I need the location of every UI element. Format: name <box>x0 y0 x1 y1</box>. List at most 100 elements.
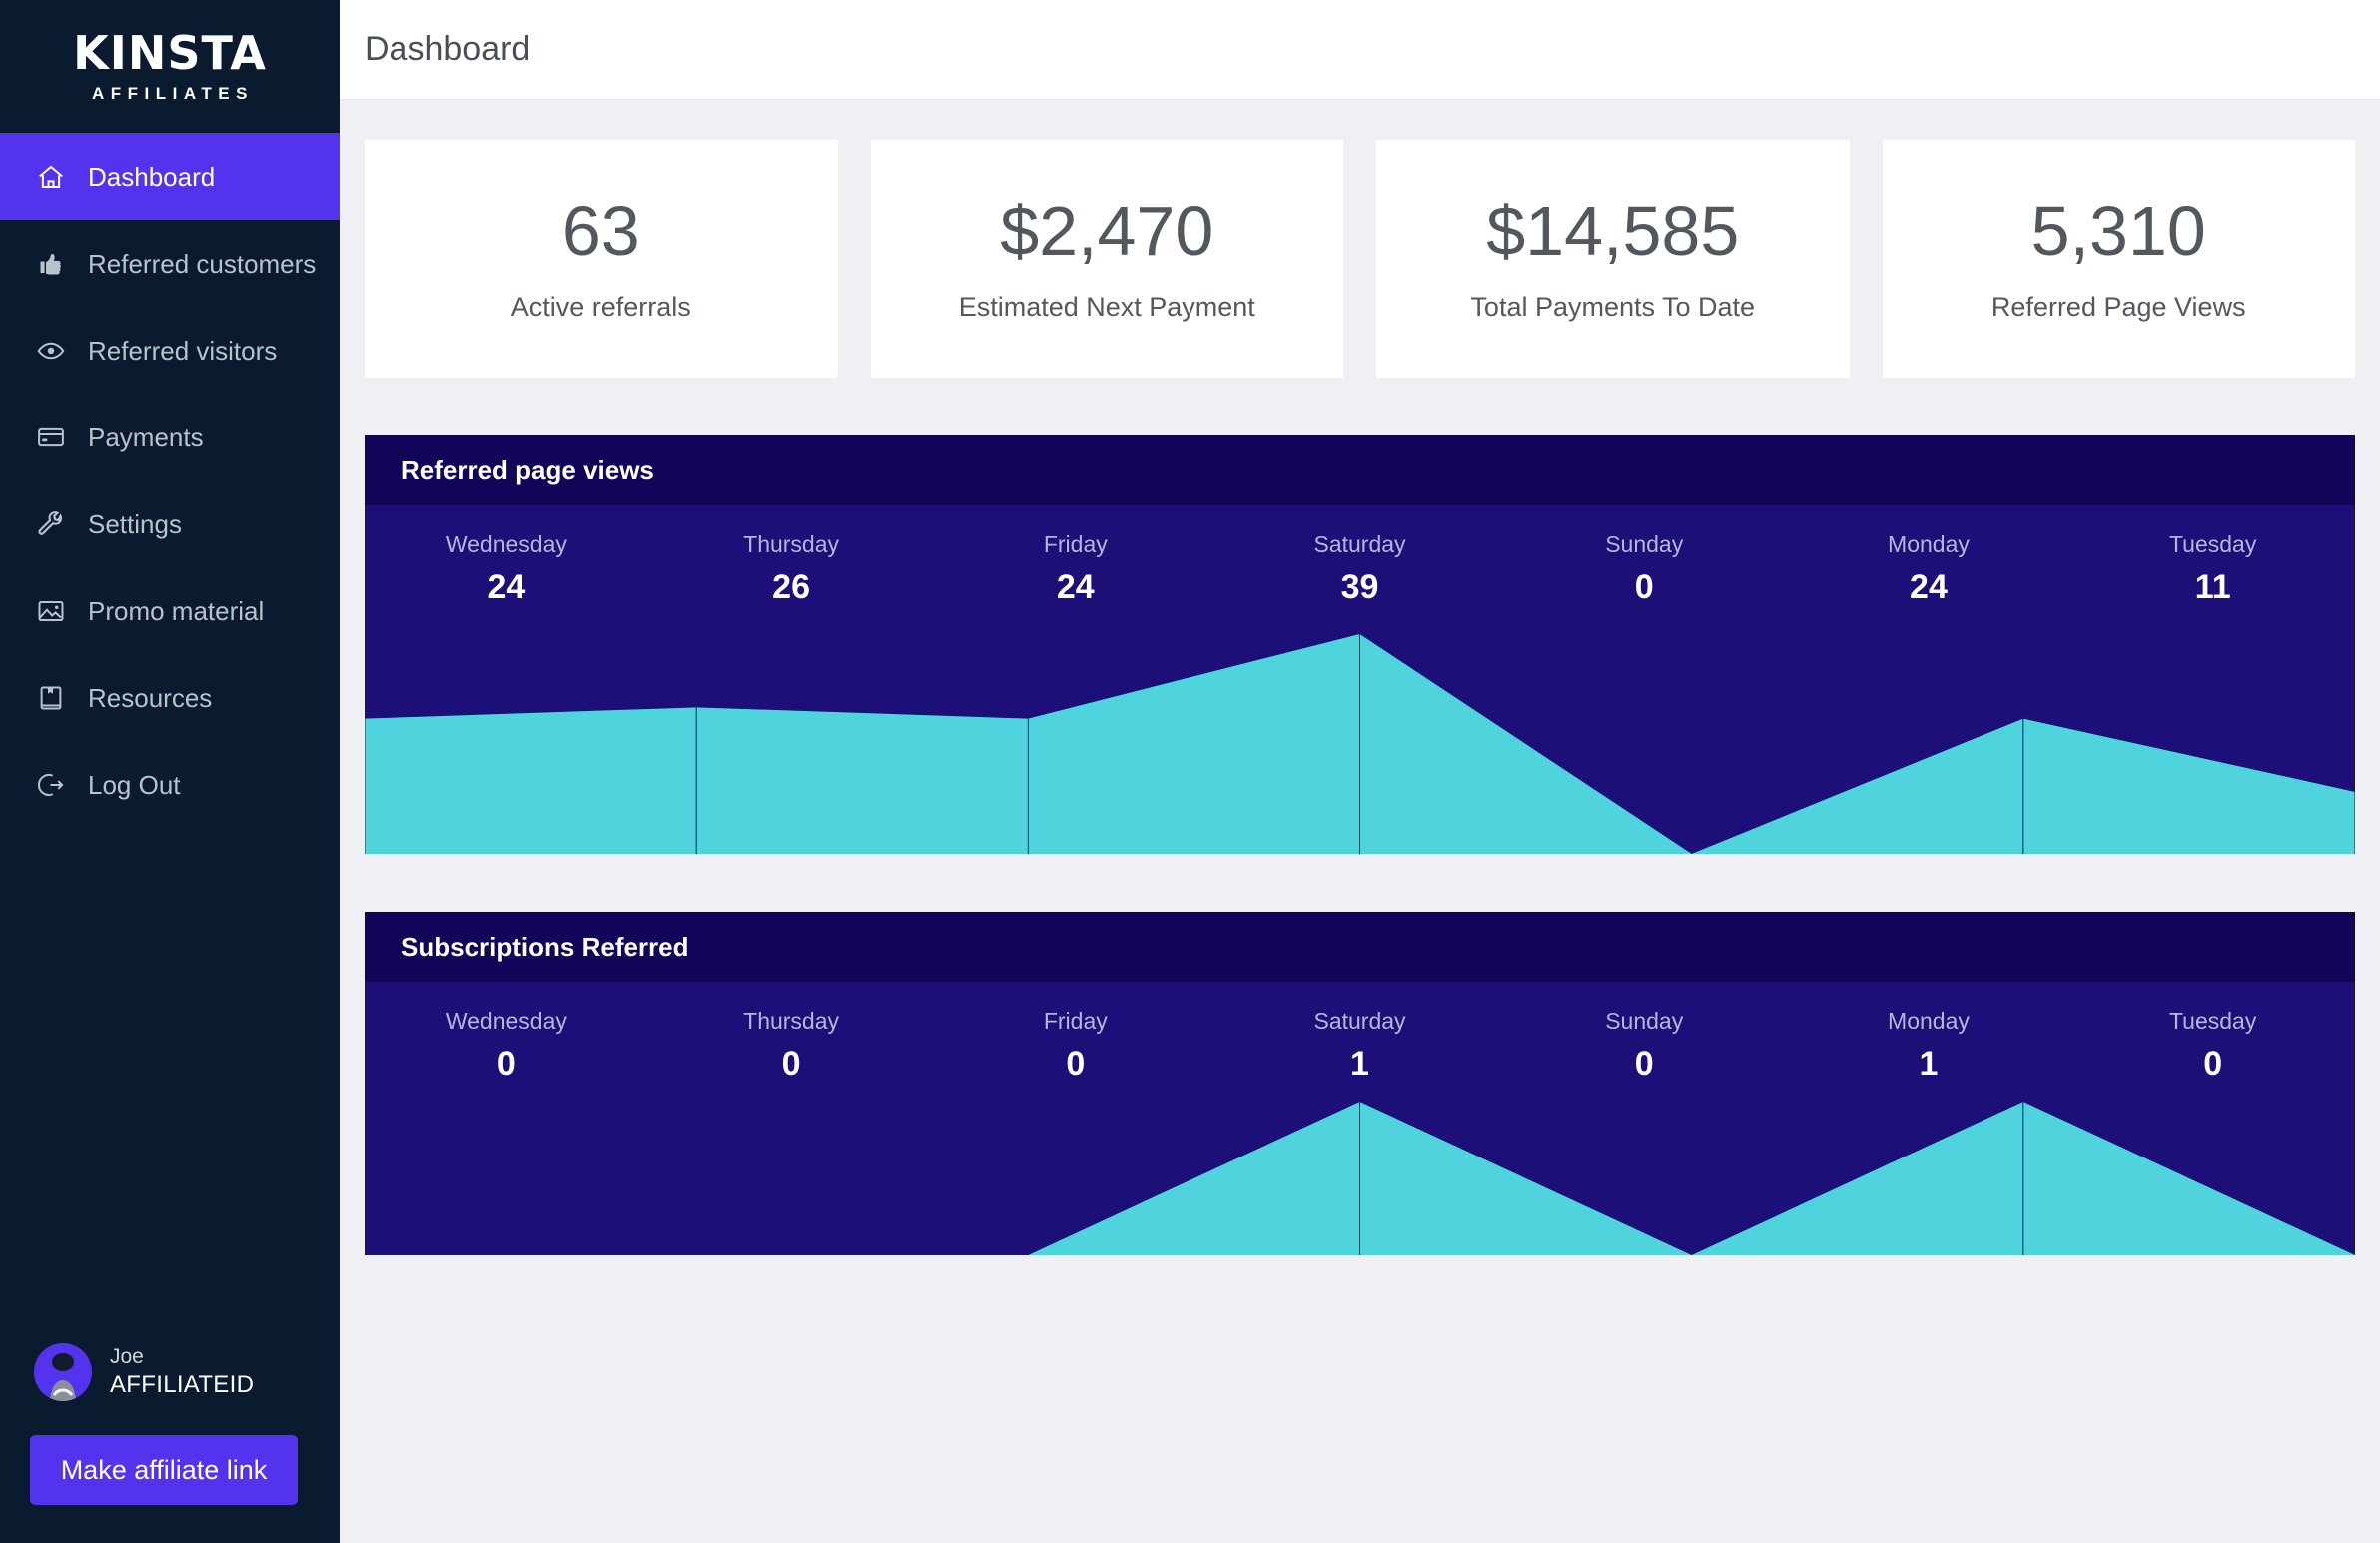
credit-card-icon <box>34 420 68 454</box>
chart-day-column: Monday 1 <box>1787 1008 2071 1083</box>
main-content: Dashboard 63 Active referrals $2,470 Est… <box>340 0 2380 1543</box>
sidebar-item-referred-visitors[interactable]: Referred visitors <box>0 307 340 393</box>
top-bar: Dashboard <box>340 0 2380 100</box>
chart-day-name: Saturday <box>1313 531 1406 557</box>
chart-day-column: Friday 24 <box>933 531 1217 606</box>
stat-label: Total Payments To Date <box>1470 291 1756 322</box>
sidebar-item-label: Log Out <box>88 769 181 800</box>
profile-name: Joe <box>110 1344 144 1368</box>
chart-day-name: Tuesday <box>2168 531 2257 557</box>
chart-day-labels: Wednesday 24 Thursday 26 Friday 24 Saturday 39 S… <box>365 505 2355 606</box>
page-title: Dashboard <box>365 30 531 68</box>
brand-tagline: AFFILIATES <box>92 83 254 103</box>
chart-day-value: 24 <box>1056 568 1095 606</box>
chart-day-value: 1 <box>1919 1045 1939 1083</box>
sidebar-item-promo-material[interactable]: Promo material <box>0 567 340 654</box>
sidebar-item-label: Referred visitors <box>88 335 278 366</box>
area-chart-svg <box>365 1102 2355 1255</box>
stat-card-total-payments-to-date[interactable]: $14,585 Total Payments To Date <box>1376 140 1850 378</box>
chart-day-value: 0 <box>781 1045 801 1083</box>
sidebar-item-payments[interactable]: Payments <box>0 393 340 480</box>
sidebar-item-label: Payments <box>88 421 204 452</box>
area-chart-svg <box>365 634 2355 854</box>
chart-day-value: 11 <box>2194 568 2231 606</box>
profile-affiliate-id: AFFILIATEID <box>110 1371 255 1399</box>
chart-panel-body: Wednesday 24 Thursday 26 Friday 24 Saturday 39 S… <box>365 505 2355 854</box>
chart-panel-header: Subscriptions Referred <box>365 912 2355 982</box>
chart-day-value: 24 <box>487 568 526 606</box>
sidebar-item-label: Resources <box>88 682 213 713</box>
chart-day-column: Saturday 39 <box>1217 531 1502 606</box>
area-chart[interactable] <box>365 604 2355 854</box>
stat-cards: 63 Active referrals $2,470 Estimated Nex… <box>365 140 2355 378</box>
user-profile[interactable]: Joe AFFILIATEID <box>0 1343 254 1401</box>
chart-day-name: Thursday <box>743 531 840 557</box>
chart-day-value: 0 <box>1066 1045 1086 1083</box>
content-area: 63 Active referrals $2,470 Estimated Nex… <box>340 100 2380 1255</box>
chart-day-name: Monday <box>1888 531 1970 557</box>
sidebar-item-resources[interactable]: Resources <box>0 654 340 741</box>
image-icon <box>34 594 68 628</box>
chart-day-column: Thursday 26 <box>649 531 934 606</box>
chart-day-column: Wednesday 24 <box>365 533 649 606</box>
chart-day-name: Sunday <box>1605 531 1684 557</box>
chart-day-name: Saturday <box>1313 1008 1406 1034</box>
avatar <box>34 1343 92 1401</box>
stat-label: Referred Page Views <box>1990 291 2246 322</box>
wrench-icon <box>34 507 68 541</box>
chart-day-column: Friday 0 <box>933 1008 1217 1083</box>
chart-day-name: Friday <box>1043 531 1108 557</box>
app-root: KINSTA AFFILIATES Dashboard Referred cus… <box>0 0 2380 1543</box>
chart-panel-referred-page-views: Referred page views Wednesday 24 Thursday 2… <box>365 435 2355 854</box>
stat-label: Active referrals <box>510 291 691 322</box>
chart-day-name: Friday <box>1043 1008 1108 1034</box>
chart-day-column: Tuesday 11 <box>2070 531 2355 606</box>
stat-label: Estimated Next Payment <box>958 291 1255 322</box>
thumbs-up-icon <box>34 247 68 281</box>
sidebar: KINSTA AFFILIATES Dashboard Referred cus… <box>0 0 340 1543</box>
chart-day-name: Tuesday <box>2168 1008 2257 1034</box>
sidebar-nav: Dashboard Referred customers Referred vi… <box>0 133 340 828</box>
chart-day-column: Sunday 0 <box>1502 1008 1787 1083</box>
chart-day-column: Wednesday 0 <box>365 1010 649 1083</box>
chart-day-value: 0 <box>496 1045 516 1083</box>
area-chart[interactable] <box>365 1081 2355 1255</box>
make-affiliate-link-button[interactable]: Make affiliate link <box>30 1435 298 1505</box>
chart-day-labels: Wednesday 0 Thursday 0 Friday 0 Saturday 1 Sunda… <box>365 982 2355 1083</box>
chart-day-column: Monday 24 <box>1787 531 2071 606</box>
stat-card-estimated-next-payment[interactable]: $2,470 Estimated Next Payment <box>870 140 1343 378</box>
chart-title: Subscriptions Referred <box>401 931 689 962</box>
chart-day-column: Saturday 1 <box>1217 1008 1502 1083</box>
chart-day-name: Monday <box>1888 1008 1970 1034</box>
chart-day-value: 0 <box>1634 1045 1654 1083</box>
make-affiliate-link-wrap: Make affiliate link <box>30 1435 298 1505</box>
stat-value: $2,470 <box>1000 191 1214 270</box>
chart-day-column: Thursday 0 <box>649 1008 934 1083</box>
sidebar-item-referred-customers[interactable]: Referred customers <box>0 220 340 307</box>
chart-day-name: Sunday <box>1605 1008 1684 1034</box>
chart-day-value: 0 <box>2203 1045 2223 1083</box>
chart-day-column: Sunday 0 <box>1502 531 1787 606</box>
chart-title: Referred page views <box>401 454 654 485</box>
chart-day-value: 0 <box>1634 568 1654 606</box>
sidebar-item-label: Referred customers <box>88 248 317 279</box>
sign-out-icon <box>34 768 68 802</box>
sidebar-item-settings[interactable]: Settings <box>0 480 340 567</box>
sidebar-item-label: Settings <box>88 508 182 539</box>
sidebar-item-dashboard[interactable]: Dashboard <box>0 133 340 220</box>
sidebar-item-log-out[interactable]: Log Out <box>0 741 340 828</box>
chart-day-value: 39 <box>1340 568 1379 606</box>
brand-logo[interactable]: KINSTA AFFILIATES <box>0 0 340 133</box>
home-icon <box>34 160 68 194</box>
book-icon <box>34 681 68 715</box>
chart-day-column: Tuesday 0 <box>2070 1008 2355 1083</box>
stat-value: 63 <box>561 191 640 270</box>
chart-day-value: 24 <box>1910 568 1948 606</box>
chart-day-value: 26 <box>772 568 810 606</box>
stat-card-active-referrals[interactable]: 63 Active referrals <box>365 140 838 378</box>
stat-card-referred-page-views[interactable]: 5,310 Referred Page Views <box>1882 140 2355 378</box>
chart-day-value: 1 <box>1350 1045 1369 1083</box>
stat-value: 5,310 <box>2030 191 2206 270</box>
chart-day-name: Thursday <box>743 1008 840 1034</box>
eye-icon <box>34 334 68 368</box>
